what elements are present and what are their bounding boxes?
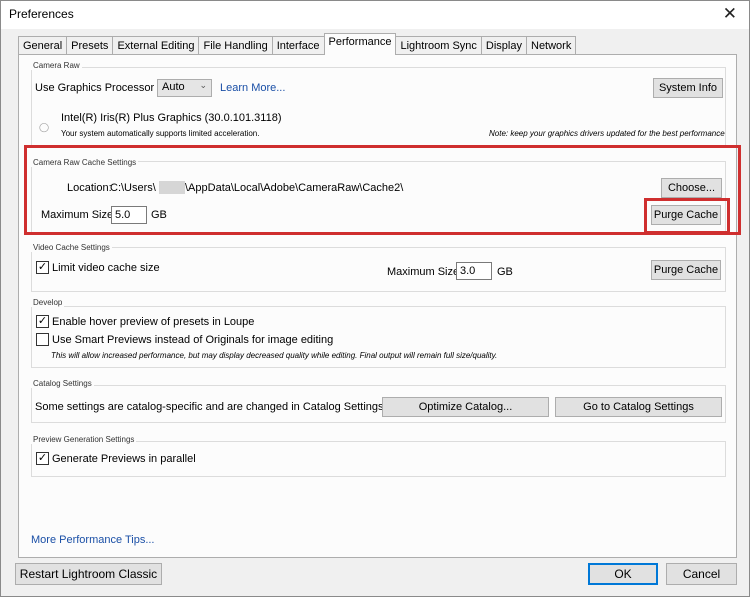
camera-raw-header: Camera Raw — [31, 61, 82, 70]
gpu-status: Your system automatically supports limit… — [61, 129, 260, 138]
cancel-button[interactable]: Cancel — [666, 563, 737, 585]
gpu-label: Use Graphics Processor : — [35, 82, 161, 94]
tab-file-handling[interactable]: File Handling — [198, 36, 273, 55]
driver-note: Note: keep your graphics drivers updated… — [489, 129, 725, 138]
tab-interface[interactable]: Interface — [271, 36, 325, 55]
develop-header: Develop — [31, 298, 65, 307]
title-bar: Preferences ✕ — [1, 1, 749, 29]
performance-panel: Camera Raw Use Graphics Processor : Auto… — [18, 54, 741, 558]
smart-previews-note: This will allow increased performance, b… — [51, 351, 498, 360]
performance-tips-link[interactable]: More Performance Tips... — [31, 534, 155, 546]
ok-button[interactable]: OK — [588, 563, 658, 585]
tab-display[interactable]: Display — [480, 36, 527, 55]
tab-lightroom-sync[interactable]: Lightroom Sync — [395, 36, 482, 55]
limit-video-label: Limit video cache size — [52, 262, 160, 274]
purge-highlight-box — [644, 198, 730, 234]
system-info-button[interactable]: System Info — [653, 78, 723, 98]
smart-previews-label: Use Smart Previews instead of Originals … — [52, 334, 334, 346]
catalog-text: Some settings are catalog-specific and a… — [35, 401, 387, 413]
gpu-select-value: Auto — [162, 81, 185, 93]
parallel-previews-label: Generate Previews in parallel — [52, 453, 196, 465]
tab-performance[interactable]: Performance — [323, 33, 397, 55]
tab-network[interactable]: Network — [526, 36, 577, 55]
gpu-radio-icon: ◯ — [39, 122, 50, 132]
video-cache-header: Video Cache Settings — [31, 243, 112, 252]
video-max-size-label: Maximum Size: — [387, 266, 463, 278]
window-title: Preferences — [9, 7, 74, 21]
cache-highlight-box — [24, 145, 741, 235]
video-unit: GB — [497, 266, 513, 278]
tab-bar: General Presets External Editing File Ha… — [18, 33, 577, 55]
optimize-catalog-button[interactable]: Optimize Catalog... — [382, 397, 549, 417]
limit-video-checkbox[interactable]: ✓ — [36, 261, 49, 274]
preferences-window: Preferences ✕ General Presets External E… — [0, 0, 750, 597]
close-icon[interactable]: ✕ — [723, 4, 737, 24]
chevron-down-icon: ⌄ — [199, 80, 207, 90]
catalog-header: Catalog Settings — [31, 379, 94, 388]
tab-presets[interactable]: Presets — [66, 36, 114, 55]
parallel-previews-checkbox[interactable]: ✓ — [36, 452, 49, 465]
tab-external-editing[interactable]: External Editing — [112, 36, 200, 55]
restart-lightroom-button[interactable]: Restart Lightroom Classic — [15, 563, 162, 585]
video-purge-cache-button[interactable]: Purge Cache — [651, 260, 721, 280]
preview-header: Preview Generation Settings — [31, 435, 137, 444]
hover-preview-label: Enable hover preview of presets in Loupe — [52, 316, 255, 328]
tab-general[interactable]: General — [18, 36, 68, 55]
goto-catalog-settings-button[interactable]: Go to Catalog Settings — [555, 397, 722, 417]
gpu-select[interactable]: Auto ⌄ — [157, 79, 212, 97]
hover-preview-checkbox[interactable]: ✓ — [36, 315, 49, 328]
learn-more-link[interactable]: Learn More... — [220, 82, 285, 94]
smart-previews-checkbox[interactable] — [36, 333, 49, 346]
gpu-name: Intel(R) Iris(R) Plus Graphics (30.0.101… — [61, 112, 282, 124]
video-max-size-input[interactable] — [456, 262, 492, 280]
